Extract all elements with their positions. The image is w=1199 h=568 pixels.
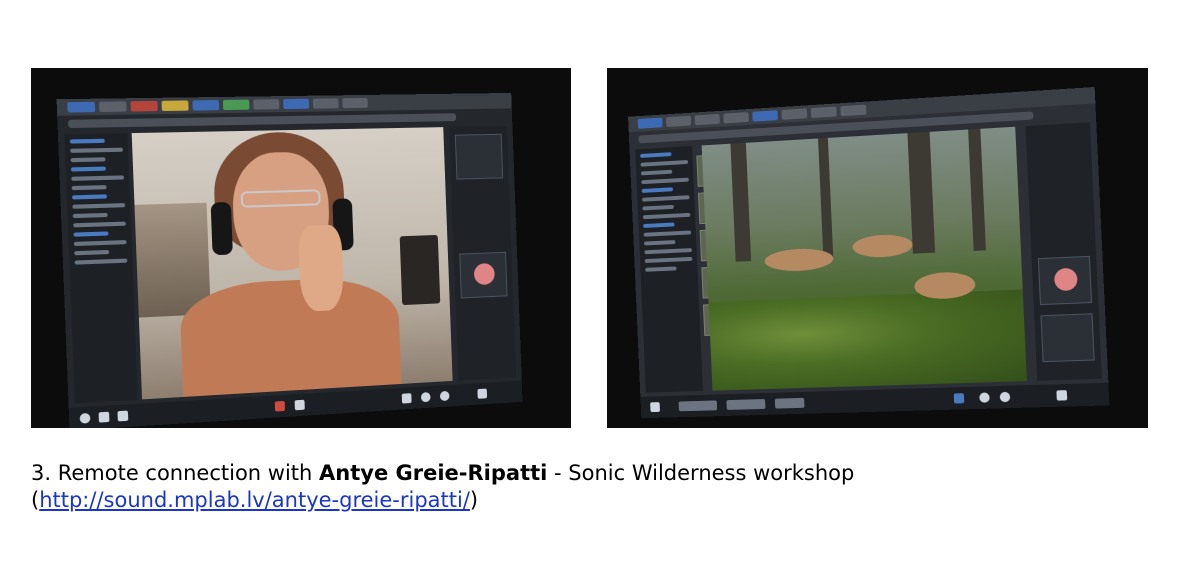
browser-tab-bar [56, 92, 512, 116]
caption-line-1: 3. Remote connection with Antye Greie-Ri… [31, 460, 854, 487]
caption-link[interactable]: http://sound.mplab.lv/antye-greie-ripatt… [39, 488, 470, 512]
figure-caption: 3. Remote connection with Antye Greie-Ri… [31, 460, 854, 514]
photo-video-call-portrait [31, 68, 571, 428]
chat-panel [64, 133, 138, 404]
person-hand [297, 224, 345, 312]
participants-panel [1025, 122, 1102, 381]
projected-screen [628, 87, 1110, 419]
mushroom [764, 247, 834, 273]
caption-open-paren: ( [31, 488, 40, 512]
participant-thumb [454, 133, 504, 180]
participant-thumb [459, 251, 508, 299]
avatar [473, 262, 496, 286]
mushroom [852, 233, 914, 259]
participant-thumb [1037, 255, 1093, 306]
caption-suffix: - Sonic Wilderness workshop [547, 461, 855, 485]
photo-video-call-forest [607, 68, 1148, 428]
address-bar [67, 113, 457, 129]
background-speaker [399, 234, 441, 306]
caption-person-name: Antye Greie-Ripatti [319, 461, 548, 485]
main-video-feed [131, 127, 453, 400]
person-body [178, 275, 402, 397]
avatar [1053, 267, 1078, 292]
participants-panel [448, 125, 517, 381]
headphone-left [210, 201, 233, 256]
caption-line-2: (http://sound.mplab.lv/antye-greie-ripat… [31, 487, 854, 514]
participant-thumb [1040, 313, 1095, 363]
chat-panel [635, 146, 703, 393]
glasses [240, 189, 321, 208]
projected-screen [56, 92, 523, 428]
moss-ground [708, 289, 1027, 391]
shared-forest-image [701, 126, 1027, 391]
taskbar [640, 382, 1110, 419]
caption-prefix: 3. Remote connection with [31, 461, 320, 485]
caption-close-paren: ) [469, 488, 479, 512]
